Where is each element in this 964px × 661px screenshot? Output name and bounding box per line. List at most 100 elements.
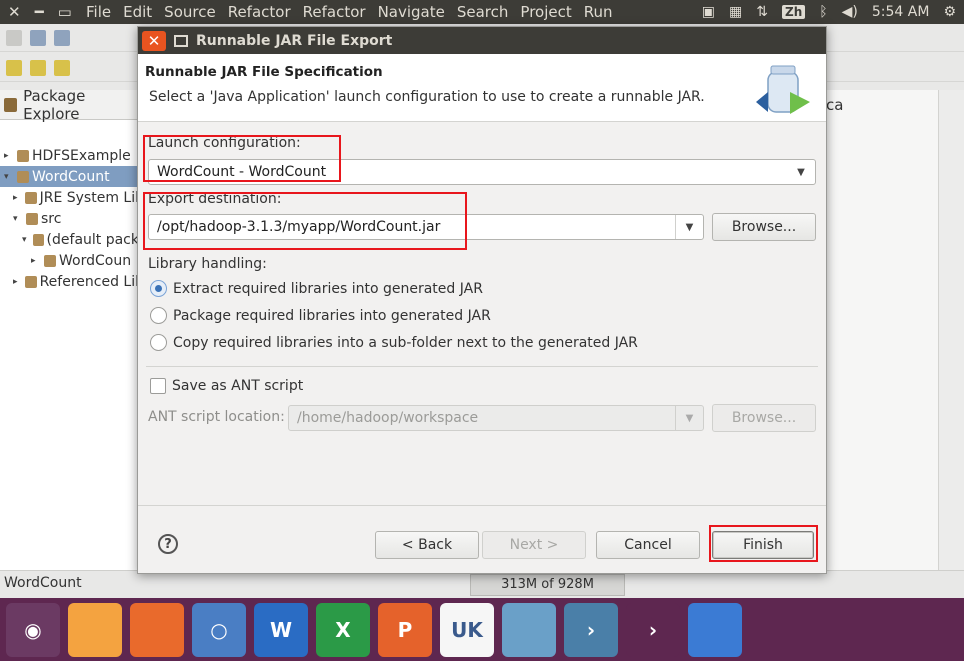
cancel-button[interactable]: Cancel	[596, 531, 700, 559]
back-icon[interactable]	[54, 59, 70, 76]
menu-search[interactable]: Search	[451, 0, 515, 24]
package-icon	[4, 97, 18, 112]
menu-file[interactable]: File	[80, 0, 117, 24]
gear-icon[interactable]: ⚙	[943, 4, 956, 20]
library-handling-label: Library handling:	[148, 256, 267, 272]
browse-button[interactable]: Browse...	[712, 213, 816, 241]
tree-item[interactable]: ▾ WordCount	[0, 166, 139, 187]
new-icon[interactable]	[6, 29, 22, 46]
chevron-right-icon[interactable]: ▸	[31, 256, 41, 266]
wizard-description: Select a 'Java Application' launch confi…	[149, 89, 705, 105]
network-icon[interactable]: ⇅	[756, 4, 768, 20]
dock-impress[interactable]: P	[378, 602, 432, 657]
highlight-launch-config	[143, 135, 341, 182]
checkbox[interactable]	[150, 378, 166, 394]
dialog-titlebar: ✕ Runnable JAR File Export	[138, 27, 826, 54]
menu-run[interactable]: Run	[578, 0, 619, 24]
chevron-down-icon[interactable]: ▾	[13, 214, 23, 224]
status-bar: WordCount 313M of 928M	[0, 570, 964, 598]
menu-refactor-2[interactable]: Refactor	[297, 0, 372, 24]
save-all-icon[interactable]	[54, 29, 70, 46]
help-icon[interactable]: ?	[158, 534, 178, 554]
tree-item[interactable]: ▸ Referenced Lil	[0, 271, 139, 292]
menu-source[interactable]: Source	[158, 0, 222, 24]
status-selection: WordCount	[4, 575, 82, 591]
next-button: Next >	[482, 531, 586, 559]
dock-software[interactable]: UK	[440, 602, 494, 657]
volume-icon[interactable]: ◀)	[842, 4, 858, 20]
chevron-right-icon[interactable]: ▸	[4, 151, 14, 161]
dialog-close-icon[interactable]: ✕	[142, 30, 166, 51]
save-icon[interactable]	[30, 29, 46, 46]
writer-icon: W	[269, 617, 293, 642]
back-button[interactable]: < Back	[375, 531, 479, 559]
radio-button[interactable]	[150, 280, 167, 297]
radio-label: Extract required libraries into generate…	[173, 280, 483, 297]
eclipse-icon: ›	[586, 617, 596, 642]
heap-status[interactable]: 313M of 928M	[470, 574, 625, 596]
clock[interactable]: 5:54 AM	[872, 4, 930, 20]
chevron-down-icon[interactable]: ▼	[675, 215, 703, 239]
radio-label: Copy required libraries into a sub-folde…	[173, 334, 638, 351]
dock-firefox[interactable]	[130, 602, 184, 657]
chevron-right-icon[interactable]: ▸	[13, 277, 22, 287]
prev-annotation-icon[interactable]	[30, 59, 46, 76]
dock-calc[interactable]: X	[316, 602, 370, 657]
highlight-export-destination	[143, 192, 467, 250]
menu-refactor[interactable]: Refactor	[222, 0, 297, 24]
chevron-down-icon[interactable]: ▾	[22, 235, 30, 245]
tree-item-label: (default pack	[46, 231, 139, 248]
radio-button[interactable]	[150, 307, 167, 324]
dialog-title: Runnable JAR File Export	[196, 32, 393, 49]
wizard-header: Runnable JAR File Specification Select a…	[138, 54, 826, 122]
radio-extract-libraries[interactable]: Extract required libraries into generate…	[150, 280, 483, 297]
chevron-right-icon[interactable]: ▸	[13, 193, 22, 203]
calendar-icon[interactable]: ▦	[729, 4, 742, 20]
top-panel: ✕ ━ ▭ File Edit Source Refactor Refactor…	[0, 0, 964, 24]
menu-navigate[interactable]: Navigate	[372, 0, 451, 24]
tree-item[interactable]: ▾ (default pack	[0, 229, 139, 250]
dock-terminal[interactable]: ›	[626, 602, 680, 657]
radio-copy-libraries[interactable]: Copy required libraries into a sub-folde…	[150, 334, 638, 351]
package-explorer-tab[interactable]: Package Explore	[0, 86, 139, 123]
dock-workspaces[interactable]	[688, 602, 742, 657]
package-explorer-title: Package Explore	[23, 86, 86, 123]
radio-package-libraries[interactable]: Package required libraries into generate…	[150, 307, 491, 324]
minimize-icon[interactable]: ━	[35, 3, 44, 21]
save-ant-script-checkbox[interactable]: Save as ANT script	[150, 378, 303, 394]
radio-button[interactable]	[150, 334, 167, 351]
project-icon	[17, 149, 29, 162]
impress-icon: P	[397, 617, 413, 642]
switcher-icon[interactable]: ▣	[702, 4, 715, 20]
close-icon[interactable]: ✕	[8, 3, 21, 21]
tree-item[interactable]: ▸ HDFSExample	[0, 145, 139, 166]
export-dialog: ✕ Runnable JAR File Export Runnable JAR …	[137, 26, 827, 574]
dialog-maximize-icon[interactable]	[174, 34, 188, 47]
outline-tab-label[interactable]: ca	[826, 96, 843, 114]
next-annotation-icon[interactable]	[6, 59, 22, 76]
input-method-indicator[interactable]: Zh	[782, 5, 806, 19]
window-controls: ✕ ━ ▭	[0, 3, 80, 21]
tree-item-label: WordCount	[32, 168, 110, 185]
tree-item-label: src	[41, 210, 62, 227]
launcher-dock: ◉ ○ W X P UK › ›	[0, 598, 964, 661]
tree-item[interactable]: ▾ src	[0, 208, 139, 229]
dock-ubuntu-home[interactable]: ◉	[6, 602, 60, 657]
chevron-down-icon[interactable]: ▾	[4, 172, 14, 182]
dock-chromium[interactable]: ○	[192, 602, 246, 657]
tree-item[interactable]: ▸ JRE System Lil	[0, 187, 139, 208]
project-icon	[33, 233, 44, 246]
menu-edit[interactable]: Edit	[117, 0, 158, 24]
divider	[146, 366, 818, 367]
dock-rhythmbox[interactable]	[502, 602, 556, 657]
chevron-down-icon[interactable]: ▼	[787, 160, 815, 184]
bluetooth-icon[interactable]: ᛒ	[819, 4, 827, 20]
menu-project[interactable]: Project	[514, 0, 577, 24]
package-explorer: Package Explore ▸ HDFSExample ▾ WordCount ▸ J…	[0, 86, 140, 570]
tree-item[interactable]: ▸ WordCoun	[0, 250, 139, 271]
maximize-icon[interactable]: ▭	[58, 3, 72, 21]
dock-eclipse[interactable]: ›	[564, 602, 618, 657]
dock-files[interactable]	[68, 602, 122, 657]
tree-item-label: Referenced Lil	[39, 273, 139, 290]
dock-writer[interactable]: W	[254, 602, 308, 657]
